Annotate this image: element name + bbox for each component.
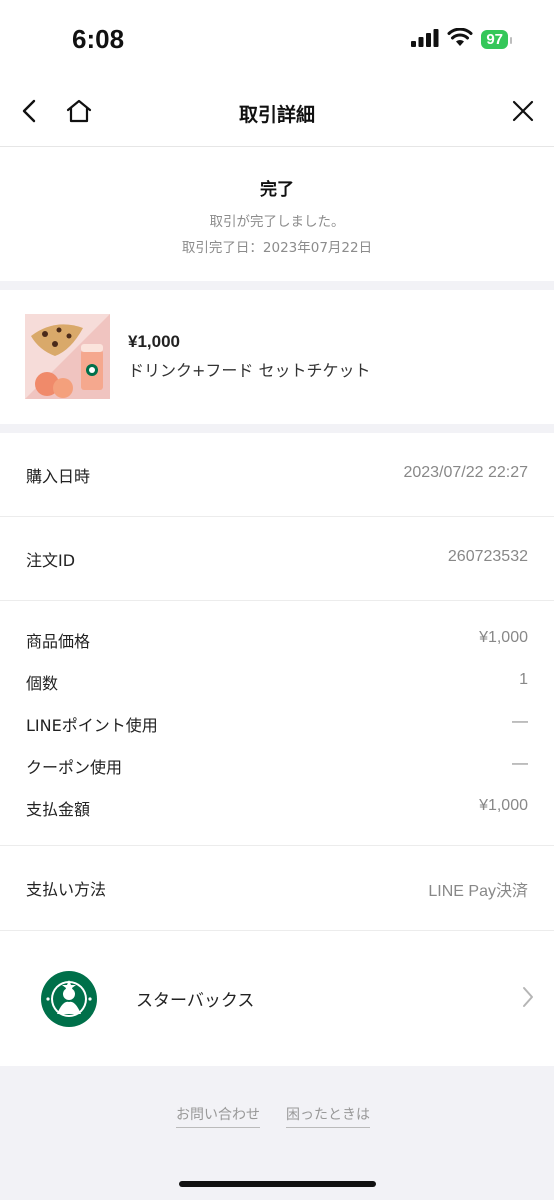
coupon-label: クーポン使用: [26, 758, 123, 777]
nav-bar: 取引詳細: [0, 80, 554, 147]
item-price-value: ¥1,000: [479, 629, 528, 646]
product-thumbnail: [25, 314, 110, 399]
price-breakdown: 商品価格 ¥1,000 個数 1 LINEポイント使用 — クーポン使用 — 支…: [0, 601, 554, 845]
help-link[interactable]: 困ったときは: [286, 1104, 370, 1128]
starbucks-logo: [40, 970, 98, 1032]
battery-icon: 97: [481, 30, 512, 49]
section-divider: [0, 281, 554, 290]
quantity-label: 個数: [26, 674, 59, 693]
line-points-value: —: [512, 713, 528, 730]
row-divider: [0, 930, 554, 931]
item-price-label: 商品価格: [26, 632, 91, 651]
close-button[interactable]: [504, 94, 542, 132]
page-title: 取引詳細: [238, 104, 315, 126]
line-points-label: LINEポイント使用: [26, 716, 158, 735]
payment-method-row: 支払い方法 LINE Pay決済: [0, 846, 554, 930]
status-icons: 97: [411, 27, 512, 51]
order-id-label: 注文ID: [26, 551, 76, 570]
purchase-datetime-value: 2023/07/22 22:27: [403, 464, 528, 481]
product-price: ¥1,000: [128, 332, 180, 351]
purchase-datetime-row: 購入日時 2023/07/22 22:27: [0, 433, 554, 516]
product-name: ドリンク+フード セットチケット: [128, 361, 371, 380]
chevron-right-icon: [522, 986, 534, 1012]
product-card: ¥1,000 ドリンク+フード セットチケット: [0, 290, 554, 424]
status-title: 完了: [260, 180, 294, 200]
quantity-value: 1: [519, 671, 528, 688]
order-id-value: 260723532: [447, 548, 528, 565]
completion-date: 取引完了日：2023年07月22日: [181, 240, 373, 256]
section-divider: [0, 424, 554, 433]
order-id-row: 注文ID 260723532: [0, 517, 554, 600]
status-time: 6:08: [72, 24, 125, 54]
payment-method-value: LINE Pay決済: [428, 883, 528, 900]
contact-link[interactable]: お問い合わせ: [176, 1104, 260, 1128]
footer: お問い合わせ 困ったときは: [0, 1066, 554, 1200]
coupon-value: —: [512, 755, 528, 772]
home-indicator: [179, 1181, 376, 1187]
paid-amount-value: ¥1,000: [479, 797, 528, 814]
wifi-icon: [447, 27, 473, 51]
transaction-status: 完了 取引が完了しました。 取引完了日：2023年07月22日: [0, 147, 554, 281]
paid-amount-label: 支払金額: [26, 800, 91, 819]
close-icon: [512, 100, 534, 126]
status-message: 取引が完了しました。: [209, 214, 345, 230]
merchant-name: スターバックス: [136, 991, 255, 1011]
payment-method-label: 支払い方法: [26, 880, 107, 899]
status-bar: 6:08 97: [0, 0, 554, 80]
purchase-datetime-label: 購入日時: [26, 467, 91, 486]
signal-icon: [411, 28, 439, 51]
